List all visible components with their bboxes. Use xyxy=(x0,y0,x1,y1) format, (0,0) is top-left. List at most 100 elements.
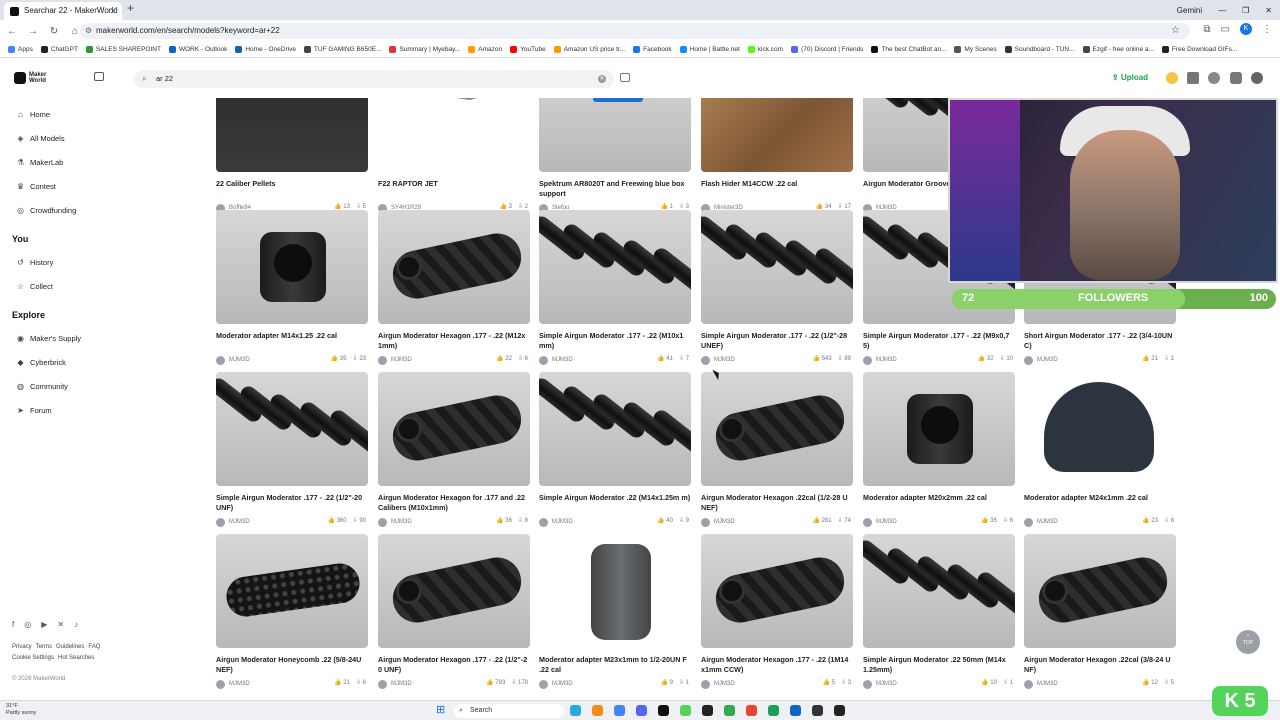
author-name[interactable]: MJM3D xyxy=(876,519,897,525)
sidebar-item-home[interactable]: ⌂ Home xyxy=(16,110,50,119)
author-avatar[interactable] xyxy=(701,679,710,689)
weather-widget[interactable]: 31°F Partly sunny xyxy=(6,703,36,717)
close-window-icon[interactable]: ✕ xyxy=(1265,6,1272,15)
author-avatar[interactable] xyxy=(378,679,387,689)
taskbar-app-icon[interactable] xyxy=(636,705,647,716)
minimize-icon[interactable]: — xyxy=(1218,6,1226,15)
footer-link[interactable]: Guidelines xyxy=(56,644,84,650)
profile-avatar[interactable]: K xyxy=(1240,23,1252,35)
model-thumbnail[interactable] xyxy=(701,98,853,172)
model-thumbnail[interactable] xyxy=(701,372,853,486)
bookmark-item[interactable]: WORK - Outlook xyxy=(168,46,227,53)
sidebar-item-contest[interactable]: ♛ Contest xyxy=(16,182,56,191)
bookmark-item[interactable]: Ezgif - free online a... xyxy=(1082,46,1154,53)
model-title[interactable]: Moderator adapter M20x2mm .22 cal xyxy=(863,493,1015,513)
author-name[interactable]: MJM3D xyxy=(229,681,250,687)
model-thumbnail[interactable] xyxy=(701,210,853,324)
author-name[interactable]: MJM3D xyxy=(714,357,735,363)
globe-icon[interactable] xyxy=(1208,72,1220,84)
bookmark-item[interactable]: The best ChatBot an... xyxy=(871,46,946,53)
model-title[interactable]: Moderator adapter M24x1mm .22 cal xyxy=(1024,493,1176,513)
bookmark-item[interactable]: Summary | Myebay... xyxy=(389,46,460,53)
model-thumbnail[interactable] xyxy=(863,534,1015,648)
clear-search-icon[interactable]: ✕ xyxy=(598,75,606,83)
taskbar-search-input[interactable]: ⌕ Search xyxy=(454,704,564,718)
forward-icon[interactable]: → xyxy=(24,26,42,37)
model-title[interactable]: Airgun Moderator Hexagon .22cal (1/2-28 … xyxy=(701,493,853,513)
model-title[interactable]: Spektrum AR8020T and Freewing blue box s… xyxy=(539,179,691,199)
makerworld-logo[interactable]: Maker World xyxy=(14,72,46,84)
bookmark-item[interactable]: TUF GAMING B650E... xyxy=(303,46,381,53)
taskbar-app-icon[interactable] xyxy=(812,705,823,716)
windows-start-icon[interactable]: ⊞ xyxy=(436,705,445,716)
upload-button[interactable]: ⇪ Upload xyxy=(1112,73,1148,82)
footer-link[interactable]: FAQ xyxy=(88,644,100,650)
site-info-icon[interactable]: ⚙ xyxy=(85,23,92,39)
model-card[interactable]: Spektrum AR8020T and Freewing blue box s… xyxy=(539,98,691,213)
taskbar-app-icon[interactable] xyxy=(746,705,757,716)
model-title[interactable]: Simple Airgun Moderator .22 50mm (M14x 1… xyxy=(863,655,1015,675)
model-card[interactable]: Airgun Moderator Hexagon .177 - .22 (1/2… xyxy=(378,534,530,689)
model-thumbnail[interactable] xyxy=(378,210,530,324)
bookmark-item[interactable]: Free Download GIFs... xyxy=(1161,46,1237,53)
bookmark-item[interactable]: My Scenes xyxy=(954,46,997,53)
taskbar-app-icon[interactable] xyxy=(570,705,581,716)
cart-icon[interactable] xyxy=(1187,72,1199,84)
reload-icon[interactable]: ↻ xyxy=(45,26,63,37)
author-name[interactable]: MJM3D xyxy=(391,357,412,363)
sidebar-item-all-models[interactable]: ◈ All Models xyxy=(16,134,64,143)
extensions-icon[interactable]: ⧉ xyxy=(1203,24,1210,35)
menu-icon[interactable]: ⋮ xyxy=(1262,24,1272,35)
model-card[interactable]: Airgun Moderator Hexagon .22cal (3/8-24 … xyxy=(1024,534,1176,689)
bookmark-item[interactable]: Amazon US price tr... xyxy=(553,46,625,53)
model-card[interactable]: Simple Airgun Moderator .177 - .22 (1/2"… xyxy=(216,372,368,527)
model-card[interactable]: Simple Airgun Moderator .22 (M14x1.25m m… xyxy=(539,372,691,527)
model-title[interactable]: Airgun Moderator Hexagon .177 - .22 (1M1… xyxy=(701,655,853,675)
model-card[interactable]: 22 Caliber Pellets Boffle94 👍 13 ⇩ 5 xyxy=(216,98,368,213)
model-card[interactable]: Airgun Moderator Hexagon .177 - .22 (M12… xyxy=(378,210,530,365)
taskbar-app-icon[interactable] xyxy=(724,705,735,716)
model-card[interactable]: Moderator adapter M23x1mm to 1/2-20UN F … xyxy=(539,534,691,689)
model-card[interactable]: Simple Airgun Moderator .177 - .22 (M10x… xyxy=(539,210,691,365)
author-avatar[interactable] xyxy=(1024,517,1033,527)
author-name[interactable]: MJM3D xyxy=(1037,681,1058,687)
model-thumbnail[interactable] xyxy=(539,372,691,486)
user-avatar[interactable] xyxy=(1251,72,1263,84)
author-name[interactable]: MJM3D xyxy=(1037,357,1058,363)
footer-link[interactable]: Hot Searches xyxy=(58,655,94,661)
author-avatar[interactable] xyxy=(863,517,872,527)
author-avatar[interactable] xyxy=(539,355,548,365)
author-name[interactable]: MJM3D xyxy=(1037,519,1058,525)
sidebar-item-community[interactable]: ◍ Community xyxy=(16,382,68,391)
new-tab-icon[interactable]: + xyxy=(127,1,134,15)
model-title[interactable]: Moderator adapter M14x1.25 .22 cal xyxy=(216,331,368,351)
model-title[interactable]: Short Airgun Moderator .177 - .22 (3/4-1… xyxy=(1024,331,1176,351)
browser-tab[interactable]: Searchar 22 - MakerWorld ✕ xyxy=(4,2,122,20)
author-name[interactable]: MJM3D xyxy=(552,357,573,363)
model-title[interactable]: Simple Airgun Moderator .177 - .22 (M10x… xyxy=(539,331,691,351)
author-avatar[interactable] xyxy=(378,517,387,527)
model-card[interactable]: Simple Airgun Moderator .22 50mm (M14x 1… xyxy=(863,534,1015,689)
collapse-sidebar-icon[interactable] xyxy=(94,72,104,81)
author-avatar[interactable] xyxy=(1024,679,1033,689)
taskbar-app-icon[interactable] xyxy=(680,705,691,716)
youtube-icon[interactable]: ▶ xyxy=(41,620,47,629)
cast-icon[interactable]: ▭ xyxy=(1221,24,1230,35)
maximize-icon[interactable]: ❐ xyxy=(1242,6,1249,15)
author-avatar[interactable] xyxy=(216,679,225,689)
model-title[interactable]: Airgun Moderator Honeycomb .22 (5/8-24U … xyxy=(216,655,368,675)
author-avatar[interactable] xyxy=(378,355,387,365)
model-card[interactable]: Flash Hider M14CCW .22 cal Minister3D 👍 … xyxy=(701,98,853,213)
instagram-icon[interactable]: ◎ xyxy=(24,620,31,629)
bookmark-item[interactable]: kick.com xyxy=(747,46,783,53)
taskbar-app-icon[interactable] xyxy=(790,705,801,716)
sidebar-item-maker-s-supply[interactable]: ◉ Maker's Supply xyxy=(16,334,81,343)
model-card[interactable]: Moderator adapter M14x1.25 .22 cal MJM3D… xyxy=(216,210,368,365)
taskbar-app-icon[interactable] xyxy=(592,705,603,716)
notifications-icon[interactable] xyxy=(1230,72,1242,84)
model-thumbnail[interactable] xyxy=(216,534,368,648)
author-name[interactable]: MJM3D xyxy=(229,519,250,525)
author-avatar[interactable] xyxy=(701,517,710,527)
model-card[interactable]: Simple Airgun Moderator .177 - .22 (1/2"… xyxy=(701,210,853,365)
model-thumbnail[interactable] xyxy=(216,372,368,486)
